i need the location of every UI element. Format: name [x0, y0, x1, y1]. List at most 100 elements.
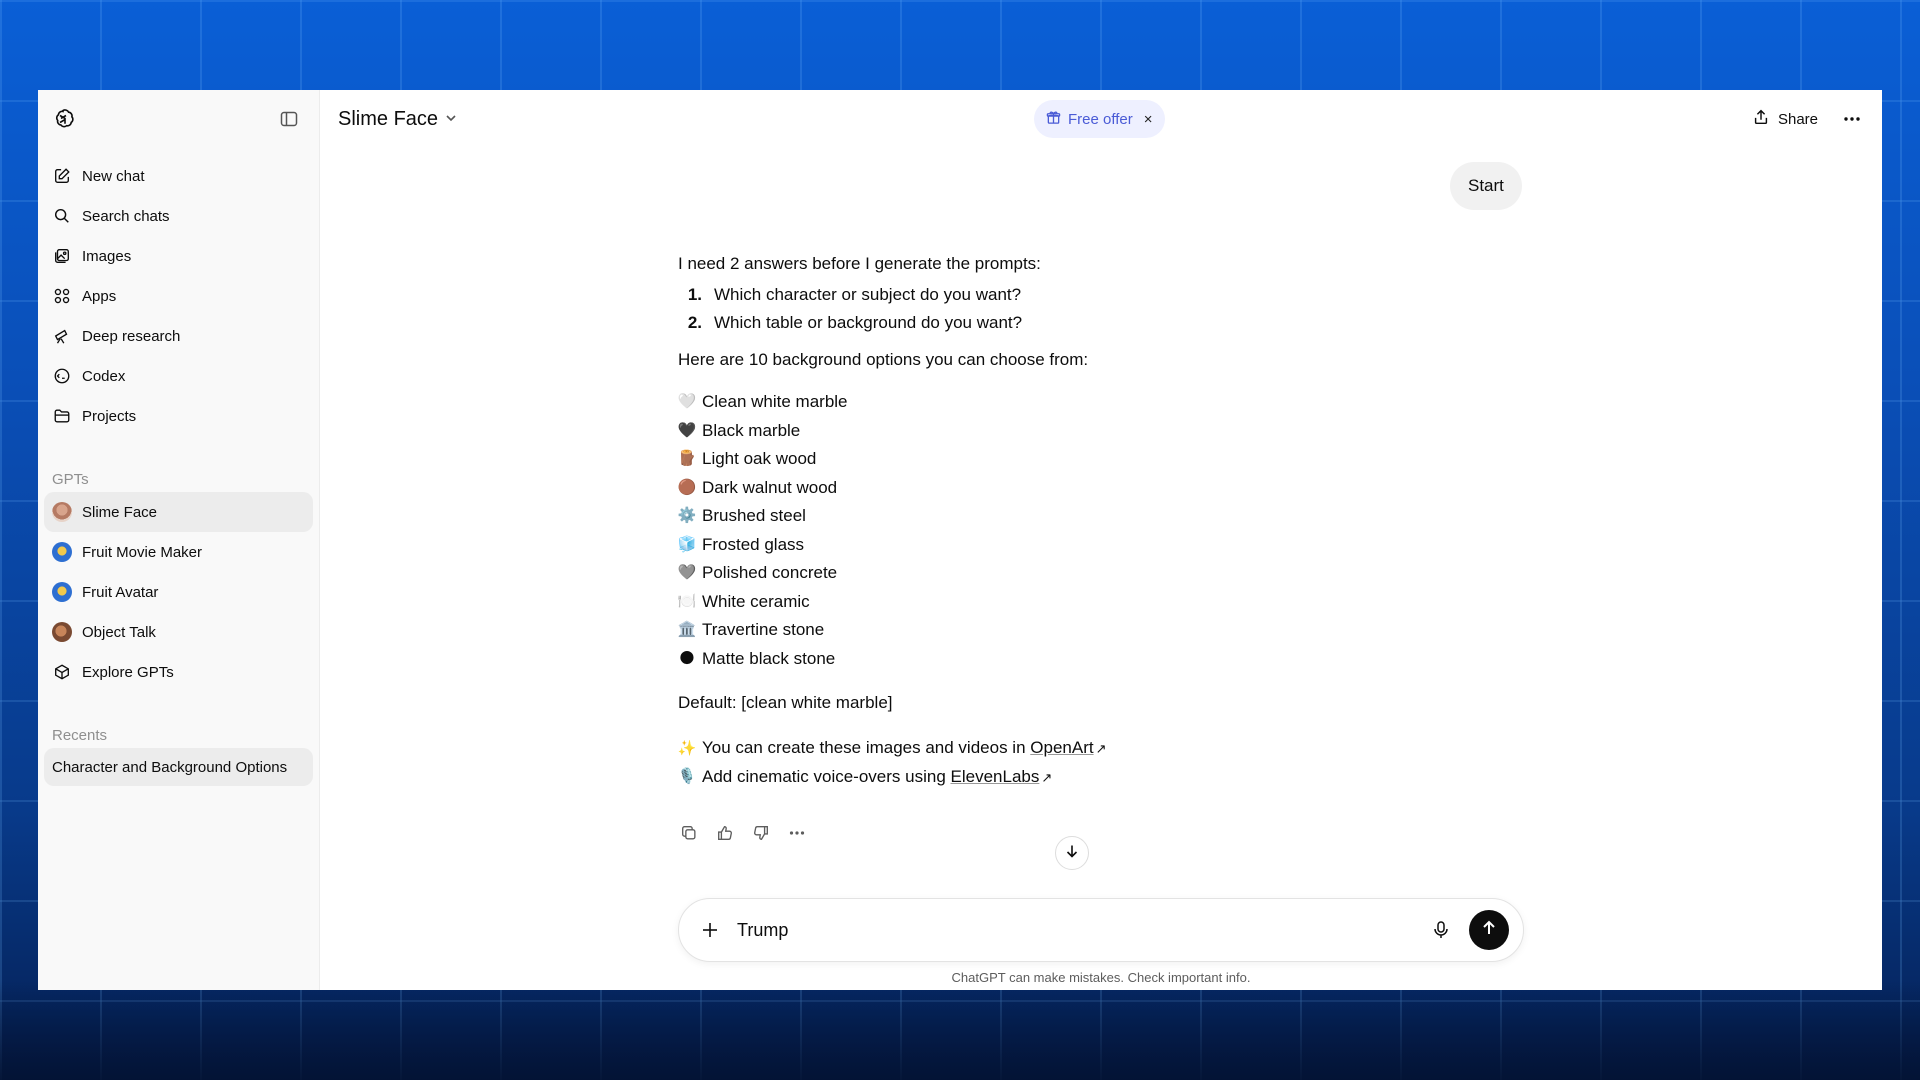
background-glow	[0, 980, 1920, 1080]
sidebar-item-label: New chat	[82, 167, 145, 185]
sidebar-item-fruit-movie-maker[interactable]: Fruit Movie Maker	[44, 532, 313, 572]
edit-icon	[52, 166, 72, 186]
avatar	[52, 622, 72, 642]
codex-icon	[52, 366, 72, 386]
avatar	[52, 582, 72, 602]
assistant-intro: I need 2 answers before I generate the p…	[678, 254, 1041, 273]
sidebar-item-explore-gpts[interactable]: Explore GPTs	[44, 652, 313, 692]
topbar: Slime Face Free offer × Share	[320, 90, 1882, 148]
list-item: 🩶 Polished concrete	[677, 563, 838, 582]
user-message-bubble: Start	[1450, 162, 1522, 210]
sidebar: New chat Search chats Images Apps Deep r…	[38, 90, 320, 990]
app-window: New chat Search chats Images Apps Deep r…	[38, 90, 1882, 990]
assistant-message: I need 2 answers before I generate the p…	[678, 250, 1378, 792]
sidebar-item-object-talk[interactable]: Object Talk	[44, 612, 313, 652]
list-item: 🌑 Matte black stone	[679, 648, 836, 668]
list-item: 🏛️ Travertine stone	[677, 620, 825, 639]
search-icon	[52, 206, 72, 226]
share-icon	[1752, 108, 1770, 130]
sidebar-item-deep-research[interactable]: Deep research	[44, 316, 313, 356]
share-button[interactable]: Share	[1752, 108, 1818, 130]
list-item: 🪵 Light oak wood	[677, 449, 817, 468]
list-item: 🧊 Frosted glass	[677, 534, 805, 554]
list-item: ⚙️ Brushed steel	[677, 506, 806, 525]
sidebar-item-label: Slime Face	[82, 503, 158, 521]
send-button[interactable]	[1469, 910, 1509, 950]
sidebar-item-label: Deep research	[82, 327, 181, 345]
scroll-down-button[interactable]	[1055, 836, 1089, 870]
options-intro: Here are 10 background options you can c…	[678, 349, 1089, 369]
sidebar-item-label: Explore GPTs	[82, 663, 174, 681]
external-link-icon: ↗	[1095, 741, 1107, 756]
plus-icon[interactable]	[697, 917, 723, 943]
sidebar-top	[38, 90, 319, 148]
recent-chat-item[interactable]: Character and Background Options	[44, 748, 313, 786]
free-offer-label: Free offer	[1068, 110, 1133, 128]
message-actions	[678, 822, 808, 844]
sidebar-item-new-chat[interactable]: New chat	[44, 156, 313, 196]
sidebar-toggle-icon[interactable]	[277, 107, 301, 131]
list-item: 2. Which table or background do you want?	[687, 313, 1023, 332]
chevron-down-icon	[444, 108, 458, 131]
more-actions-icon[interactable]	[786, 822, 808, 844]
sidebar-item-label: Images	[82, 247, 132, 265]
apps-icon	[52, 286, 72, 306]
sidebar-item-label: Object Talk	[82, 623, 156, 641]
avatar	[52, 542, 72, 562]
sidebar-item-apps[interactable]: Apps	[44, 276, 313, 316]
folder-icon	[52, 406, 72, 426]
gpt-title-dropdown[interactable]: Slime Face	[338, 108, 458, 131]
sidebar-item-label: Apps	[82, 287, 117, 305]
openai-logo-icon[interactable]	[50, 106, 76, 132]
sidebar-nav: New chat Search chats Images Apps Deep r…	[38, 148, 319, 436]
topbar-actions: Share	[1752, 90, 1864, 148]
openart-link[interactable]: OpenArt	[1030, 738, 1093, 757]
thumbs-down-icon[interactable]	[750, 822, 772, 844]
sidebar-item-search-chats[interactable]: Search chats	[44, 196, 313, 236]
recents-section-label: Recents	[52, 727, 108, 744]
background-options-list: 🤍 Clean white marble 🖤 Black marble 🪵 Light…	[678, 388, 1378, 673]
free-offer-badge[interactable]: Free offer ×	[1034, 100, 1165, 138]
question-list: 1. Which character or subject do you want…	[678, 281, 1378, 338]
list-item: 🖤 Black marble	[677, 420, 801, 440]
main-panel: Slime Face Free offer × Share Start I ne…	[320, 90, 1882, 990]
promo-line-elevenlabs: 🎙️ Add cinematic voice-overs using Eleve…	[677, 766, 1053, 786]
share-label: Share	[1777, 110, 1818, 128]
images-icon	[52, 246, 72, 266]
sidebar-item-images[interactable]: Images	[44, 236, 313, 276]
sidebar-item-fruit-avatar[interactable]: Fruit Avatar	[44, 572, 313, 612]
sidebar-item-projects[interactable]: Projects	[44, 396, 313, 436]
cube-icon	[52, 662, 72, 682]
elevenlabs-link[interactable]: ElevenLabs	[951, 767, 1040, 786]
more-options-icon[interactable]	[1840, 107, 1864, 131]
copy-icon[interactable]	[678, 822, 700, 844]
sidebar-item-slime-face[interactable]: Slime Face	[44, 492, 313, 532]
microphone-icon[interactable]	[1427, 916, 1455, 944]
promo-line-openart: ✨ You can create these images and videos…	[677, 738, 1107, 757]
telescope-icon	[52, 326, 72, 346]
gpts-section-label: GPTs	[52, 471, 89, 488]
sidebar-item-codex[interactable]: Codex	[44, 356, 313, 396]
list-item: 🍽️ White ceramic	[677, 591, 810, 611]
external-link-icon: ↗	[1041, 769, 1053, 785]
sidebar-item-label: Fruit Movie Maker	[82, 543, 203, 561]
sidebar-item-label: Fruit Avatar	[82, 583, 159, 601]
avatar	[52, 502, 72, 522]
sidebar-item-label: Projects	[82, 407, 137, 425]
default-line: Default: [clean white marble]	[678, 693, 893, 712]
list-item: 🟤 Dark walnut wood	[677, 477, 838, 497]
arrow-down-icon	[1064, 843, 1080, 864]
gift-icon	[1046, 110, 1061, 129]
gpts-list: Slime Face Fruit Movie Maker Fruit Avata…	[38, 492, 319, 692]
close-icon[interactable]: ×	[1144, 111, 1153, 128]
disclaimer-text: ChatGPT can make mistakes. Check importa…	[951, 970, 1251, 985]
composer	[678, 898, 1524, 962]
page-title: Slime Face	[338, 107, 439, 130]
arrow-up-icon	[1480, 919, 1498, 942]
thumbs-up-icon[interactable]	[714, 822, 736, 844]
list-item: 🤍 Clean white marble	[677, 392, 848, 411]
sidebar-item-label: Search chats	[82, 207, 170, 225]
prompt-input[interactable]	[723, 919, 1427, 941]
list-item: 1. Which character or subject do you want…	[687, 284, 1022, 304]
sidebar-item-label: Codex	[82, 367, 126, 385]
